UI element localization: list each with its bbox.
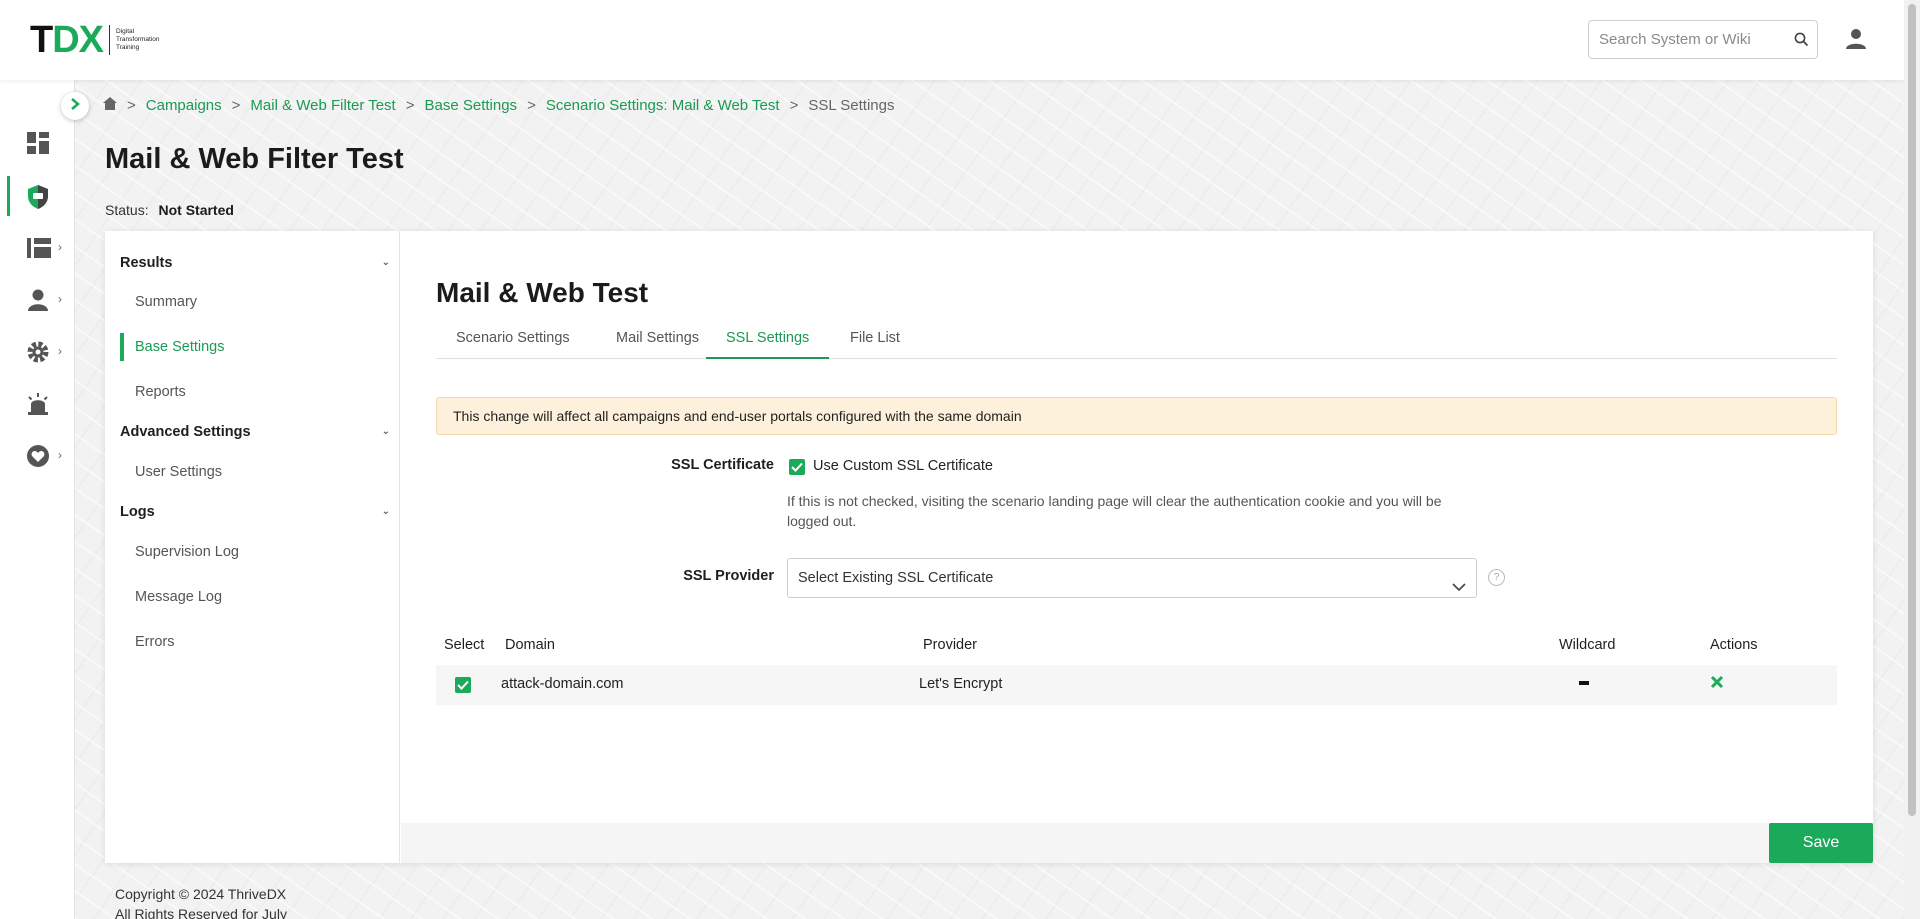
rail-item-users[interactable]: › xyxy=(0,280,75,320)
row-domain: attack-domain.com xyxy=(501,676,624,692)
row-provider: Let's Encrypt xyxy=(919,676,1003,692)
main-card: Results ⌄ Summary Base Settings Reports … xyxy=(105,231,1873,863)
chevron-down-icon: ⌄ xyxy=(381,426,390,437)
user-avatar-icon[interactable] xyxy=(1844,27,1868,56)
search-input[interactable] xyxy=(1599,21,1789,58)
scrollbar-thumb[interactable] xyxy=(1908,4,1916,816)
chevron-down-icon xyxy=(1452,571,1466,609)
copyright: Copyright © 2024 ThriveDX All Rights Res… xyxy=(115,884,287,919)
ssl-provider-selected: Select Existing SSL Certificate xyxy=(798,570,994,586)
shield-icon xyxy=(26,184,50,209)
settings-tabs: Scenario Settings Mail Settings SSL Sett… xyxy=(436,323,1837,359)
ssl-provider-label: SSL Provider xyxy=(683,568,774,584)
breadcrumb-campaign[interactable]: Mail & Web Filter Test xyxy=(250,97,395,114)
search-icon[interactable] xyxy=(1794,32,1809,52)
campaign-status: Status: Not Started xyxy=(105,202,234,218)
breadcrumb-separator: > xyxy=(231,97,241,114)
card-footer xyxy=(401,823,1873,863)
rail-item-support[interactable]: › xyxy=(0,436,75,476)
breadcrumb-base-settings[interactable]: Base Settings xyxy=(425,97,518,114)
menu-item-errors[interactable]: Errors xyxy=(135,634,174,650)
top-bar: TDX Digital Transformation Training xyxy=(0,0,1904,80)
logo-divider xyxy=(109,25,111,55)
rail-item-alerts[interactable] xyxy=(0,384,75,424)
search-box xyxy=(1588,20,1818,59)
page-scrollbar[interactable] xyxy=(1904,0,1920,919)
page-title: Mail & Web Filter Test xyxy=(105,143,404,175)
menu-item-user-settings[interactable]: User Settings xyxy=(135,464,222,480)
chevron-down-icon: ⌄ xyxy=(381,257,390,268)
close-icon[interactable] xyxy=(1710,675,1724,693)
tab-scenario-settings[interactable]: Scenario Settings xyxy=(436,323,590,359)
menu-group-results[interactable]: Results ⌄ xyxy=(120,255,390,271)
heart-icon xyxy=(26,444,50,468)
menu-item-base-settings[interactable]: Base Settings xyxy=(135,339,224,355)
ssl-certificate-label: SSL Certificate xyxy=(671,457,774,473)
table-row: attack-domain.com Let's Encrypt xyxy=(436,665,1837,705)
menu-item-message-log[interactable]: Message Log xyxy=(135,589,222,605)
menu-group-advanced-settings[interactable]: Advanced Settings ⌄ xyxy=(120,424,390,440)
chevron-right-icon: › xyxy=(58,240,62,254)
breadcrumb-separator: > xyxy=(789,97,799,114)
tab-ssl-settings[interactable]: SSL Settings xyxy=(706,323,830,359)
status-badge: Not Started xyxy=(158,202,234,218)
breadcrumb-scenario-settings[interactable]: Scenario Settings: Mail & Web Test xyxy=(546,97,780,114)
settings-side-menu: Results ⌄ Summary Base Settings Reports … xyxy=(105,231,400,863)
rail-item-content[interactable]: › xyxy=(0,228,75,268)
col-header-select: Select xyxy=(444,637,485,653)
rail-item-settings[interactable]: › xyxy=(0,332,75,372)
col-header-domain: Domain xyxy=(505,637,555,653)
ssl-certificate-help: If this is not checked, visiting the sce… xyxy=(787,493,1442,529)
ssl-provider-select[interactable]: Select Existing SSL Certificate xyxy=(787,558,1477,598)
help-icon[interactable]: ? xyxy=(1488,569,1505,586)
status-label: Status: xyxy=(105,202,149,218)
tdx-logo[interactable]: TDX Digital Transformation Training xyxy=(30,19,176,61)
breadcrumb-separator: > xyxy=(405,97,415,114)
settings-icon xyxy=(26,340,50,364)
ssl-settings-panel: Mail & Web Test Scenario Settings Mail S… xyxy=(401,231,1873,823)
chevron-down-icon: ⌄ xyxy=(381,506,390,517)
breadcrumb-separator: > xyxy=(527,97,536,114)
breadcrumb-separator: > xyxy=(127,97,136,114)
menu-item-reports[interactable]: Reports xyxy=(135,384,186,400)
home-icon[interactable] xyxy=(103,97,117,114)
row-select-checkbox[interactable] xyxy=(455,677,471,693)
users-icon xyxy=(26,288,50,312)
chevron-right-icon xyxy=(69,97,81,115)
logo-wordmark: TDX xyxy=(30,19,104,61)
rail-item-campaigns-shield[interactable] xyxy=(0,176,75,216)
col-header-actions: Actions xyxy=(1710,637,1758,653)
warning-alert: This change will affect all campaigns an… xyxy=(436,397,1837,435)
dashboard-icon xyxy=(26,131,50,155)
save-button[interactable]: Save xyxy=(1769,823,1873,863)
wildcard-dash-icon xyxy=(1579,681,1589,685)
menu-item-summary[interactable]: Summary xyxy=(135,294,197,310)
menu-item-supervision-log[interactable]: Supervision Log xyxy=(135,544,239,560)
breadcrumb-campaigns[interactable]: Campaigns xyxy=(146,97,222,114)
active-indicator xyxy=(120,333,124,361)
col-header-provider: Provider xyxy=(923,637,977,653)
breadcrumb-current: SSL Settings xyxy=(808,97,895,114)
rights-line: All Rights Reserved for July xyxy=(115,906,287,919)
rail-expand-toggle[interactable] xyxy=(61,92,89,120)
use-custom-ssl-label[interactable]: Use Custom SSL Certificate xyxy=(813,458,993,474)
alert-icon xyxy=(26,392,50,416)
breadcrumb: > Campaigns > Mail & Web Filter Test > B… xyxy=(103,97,895,114)
chevron-right-icon: › xyxy=(58,344,62,358)
tab-mail-settings[interactable]: Mail Settings xyxy=(596,323,719,359)
rail-item-dashboard[interactable] xyxy=(0,123,75,163)
use-custom-ssl-checkbox[interactable] xyxy=(789,459,805,475)
chevron-right-icon: › xyxy=(58,448,62,462)
left-nav-rail: › › › › xyxy=(0,80,75,919)
menu-group-logs[interactable]: Logs ⌄ xyxy=(120,504,390,520)
copyright-line: Copyright © 2024 ThriveDX xyxy=(115,886,287,902)
chevron-right-icon: › xyxy=(58,292,62,306)
tab-file-list[interactable]: File List xyxy=(830,323,920,359)
section-title: Mail & Web Test xyxy=(436,277,649,308)
logo-subtitle: Digital Transformation Training xyxy=(116,28,160,51)
col-header-wildcard: Wildcard xyxy=(1559,637,1616,653)
campaigns-icon xyxy=(26,236,51,260)
